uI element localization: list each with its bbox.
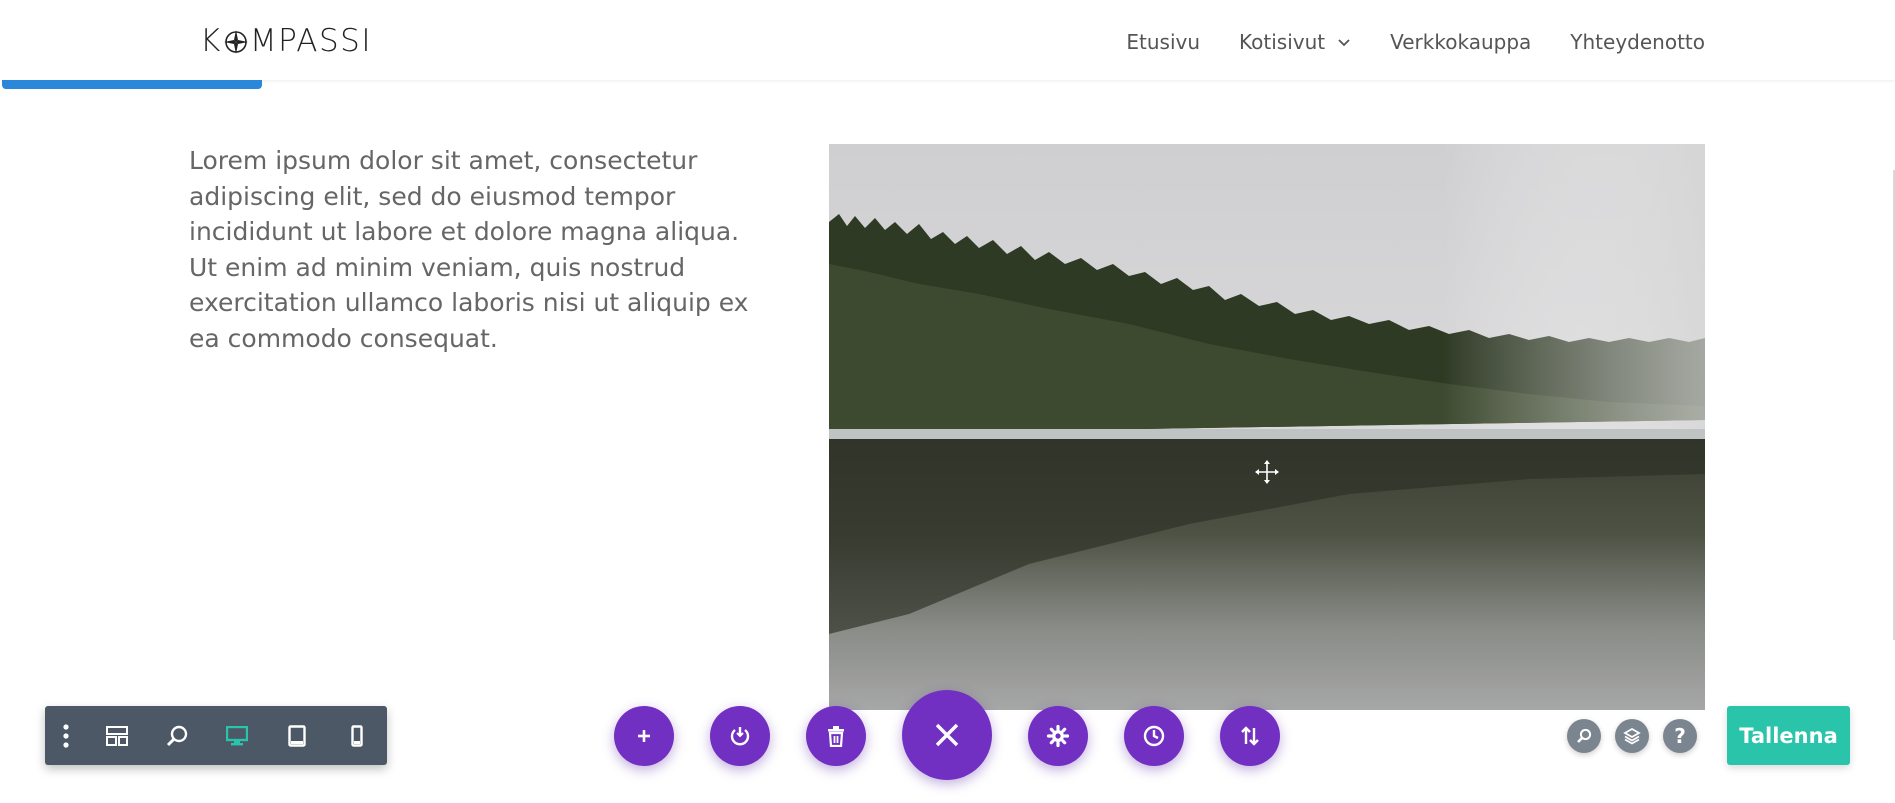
close-icon (935, 723, 959, 747)
compass-icon (223, 30, 248, 54)
sort-icon (1241, 726, 1259, 746)
chevron-down-icon (1338, 39, 1350, 47)
power-icon (730, 727, 750, 746)
portability-button[interactable] (710, 706, 770, 766)
more-vertical-icon (63, 723, 69, 748)
nav-label: Etusivu (1126, 30, 1201, 54)
site-logo[interactable]: K MPASSI (200, 21, 372, 61)
logo-letter-k: K (200, 23, 222, 59)
nav-item-yhteydenotto[interactable]: Yhteydenotto (1570, 30, 1705, 54)
desktop-icon (226, 725, 248, 745)
section-settings-tab[interactable] (2, 80, 262, 89)
page: K MPASSI Etusivu Kotisivut Verkkokauppa … (0, 0, 1895, 803)
add-icon (638, 730, 650, 742)
logo-letters-rest: MPASSI (249, 23, 373, 59)
site-header: K MPASSI Etusivu Kotisivut Verkkokauppa … (0, 0, 1895, 80)
trash-icon (828, 726, 844, 747)
phone-icon (351, 724, 363, 747)
layers-button[interactable] (1615, 719, 1649, 753)
clear-layout-button[interactable] (806, 706, 866, 766)
nav-item-verkkokauppa[interactable]: Verkkokauppa (1390, 30, 1531, 54)
history-icon (1143, 725, 1165, 747)
tablet-view-button[interactable] (267, 706, 327, 765)
more-options-button[interactable] (45, 706, 87, 765)
zoom-button[interactable] (147, 706, 207, 765)
lake-image (829, 144, 1705, 710)
nav-item-kotisivut[interactable]: Kotisivut (1239, 30, 1351, 54)
page-settings-button[interactable] (1028, 706, 1088, 766)
add-button[interactable] (614, 706, 674, 766)
layers-icon (1623, 727, 1641, 745)
lake-photo[interactable] (829, 144, 1705, 710)
wireframe-view-button[interactable] (87, 706, 147, 765)
nav-label: Verkkokauppa (1390, 30, 1532, 54)
main-nav: Etusivu Kotisivut Verkkokauppa Yhteydeno… (1126, 22, 1705, 62)
view-mode-toolbar (45, 706, 387, 765)
sort-button[interactable] (1220, 706, 1280, 766)
nav-label: Kotisivut (1239, 30, 1326, 54)
close-settings-button[interactable] (902, 690, 992, 780)
settings-icon (1046, 724, 1070, 748)
search-modules-button[interactable] (1567, 719, 1601, 753)
nav-item-etusivu[interactable]: Etusivu (1126, 30, 1200, 54)
nav-label: Yhteydenotto (1570, 30, 1705, 54)
search-icon (1577, 728, 1592, 743)
phone-view-button[interactable] (327, 706, 387, 765)
save-button[interactable]: Tallenna (1727, 706, 1850, 765)
zoom-icon (166, 725, 188, 746)
desktop-view-button[interactable] (207, 706, 267, 765)
move-icon[interactable] (1254, 459, 1280, 485)
help-icon: ? (1674, 724, 1686, 748)
help-button[interactable]: ? (1663, 719, 1697, 753)
body-paragraph[interactable]: Lorem ipsum dolor sit amet, consectetur … (189, 143, 759, 357)
tablet-icon (288, 724, 306, 747)
layout-icon (106, 725, 128, 746)
history-button[interactable] (1124, 706, 1184, 766)
